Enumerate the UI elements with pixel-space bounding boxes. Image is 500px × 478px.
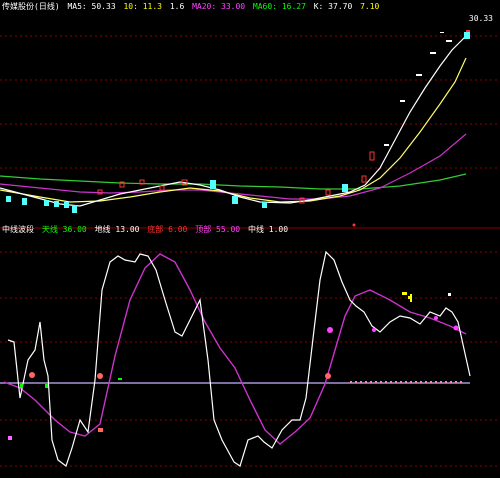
candle [64, 202, 69, 208]
candle [72, 205, 77, 213]
signal-square [98, 428, 103, 432]
candle [210, 180, 216, 189]
bottom-header: 中线波段 天线 36.00 地线 13.00 底部 6.00 顶部 55.00 … [2, 225, 291, 234]
signal-square [118, 378, 122, 380]
signal-square [20, 384, 23, 388]
top-ind-2: 1.6 [169, 2, 185, 11]
candle [446, 40, 452, 42]
signal-dot [29, 372, 35, 378]
osc-magenta-line [3, 253, 467, 445]
candle [232, 196, 238, 204]
candle [22, 198, 27, 205]
bottom-ind-3: 顶部 55.00 [195, 225, 241, 234]
top-grid [0, 35, 500, 169]
signal-square [448, 293, 451, 296]
candle [416, 74, 422, 76]
candle [369, 151, 375, 161]
ma-green-line [0, 173, 467, 190]
candle [44, 200, 49, 206]
top-title: 传媒股份(日线) [2, 2, 60, 11]
chart-stage [0, 30, 500, 467]
candle [430, 52, 436, 54]
signal-dot [453, 325, 459, 331]
candle [6, 196, 11, 202]
candle [342, 184, 348, 192]
candle [384, 144, 389, 146]
signal-square [402, 292, 407, 295]
signal-dot [372, 328, 376, 332]
candle [97, 189, 103, 195]
signal-dot [434, 316, 438, 320]
bottom-ind-4: 中线 1.00 [247, 225, 289, 234]
bottom-ind-2: 底部 6.00 [147, 225, 188, 234]
bottom-ind-1: 地线 13.00 [94, 225, 140, 234]
top-ind-6: 7.10 [360, 2, 380, 11]
candle [400, 100, 405, 102]
top-header: 传媒股份(日线) MA5: 50.33 10: 11.3 1.6 MA20: 3… [2, 2, 382, 11]
candle [464, 32, 470, 39]
signal-square [8, 436, 12, 440]
candle [361, 175, 367, 183]
signal-dot [97, 373, 103, 379]
signal-square [45, 384, 48, 388]
candle [262, 202, 267, 208]
candle [466, 30, 470, 32]
candle [159, 185, 165, 191]
top-ind-1: 10: 11.3 [123, 2, 162, 11]
candle [440, 32, 444, 33]
signal-dot [327, 327, 333, 333]
signal-markers [8, 223, 459, 440]
candle [54, 201, 59, 207]
price-tag: 30.33 [467, 14, 494, 23]
bottom-title: 中线波段 [2, 225, 34, 234]
top-ind-5: K: 37.70 [313, 2, 353, 11]
bottom-ind-0: 天线 36.00 [41, 225, 87, 234]
candle [325, 189, 331, 196]
top-ind-4: MA60: 16.27 [252, 2, 306, 11]
top-ind-3: MA20: 33.00 [192, 2, 246, 11]
top-ind-0: MA5: 50.33 [67, 2, 116, 11]
signal-dot [352, 223, 356, 227]
signal-dot [325, 373, 331, 379]
signal-square [410, 294, 412, 302]
ma-magenta-line [0, 133, 467, 200]
